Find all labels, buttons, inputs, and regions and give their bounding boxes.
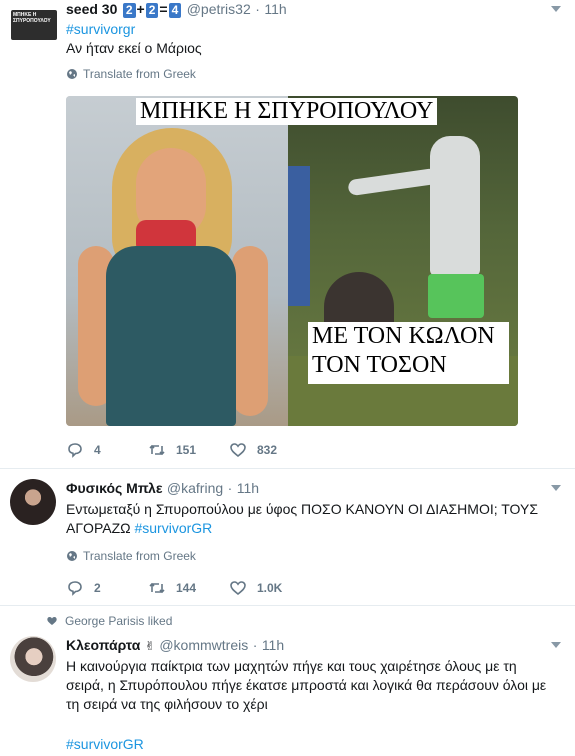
avatar[interactable] (10, 636, 56, 682)
globe-icon (67, 551, 77, 561)
meme-bottom-line-2: ΤΟΝ ΤΟΣΟΝ (312, 352, 447, 378)
reply-button[interactable]: 4 (66, 441, 148, 459)
photo-left-panel (66, 96, 288, 426)
person-dancer-arm (347, 167, 439, 197)
hashtag-link[interactable]: #survivorGR (134, 520, 212, 536)
reply-count: 2 (94, 581, 101, 595)
tweet-2[interactable]: Φυσικός Μπλε @kafring · 11h Εντωμεταξύ η… (0, 469, 575, 606)
tweet-header: Κλεοπάρτα ✌ @kommwtreis · 11h (66, 637, 285, 653)
timestamp[interactable]: 11h (264, 1, 286, 17)
tweet-text-line-1: Η καινούργια παίκτρια των μαχητών πήγε κ… (66, 658, 517, 674)
badge-equals: = (159, 1, 168, 17)
translate-label: Translate from Greek (83, 67, 196, 81)
person-shorts (428, 274, 484, 318)
reply-icon (68, 443, 82, 458)
name-badges: 2 +2 = 4 (122, 1, 187, 18)
liked-by-text[interactable]: George Parisis liked (65, 614, 172, 628)
like-count: 832 (257, 443, 278, 457)
tweet-header: seed 30 2 +2 = 4 @petris32 · 11h (66, 1, 287, 18)
translate-link[interactable]: Translate from Greek (66, 549, 196, 563)
tweet-actions: 4 151 832 (66, 441, 277, 459)
like-button[interactable]: 1.0K (229, 579, 282, 597)
translate-link[interactable]: Translate from Greek (66, 67, 196, 81)
reply-count: 4 (94, 443, 101, 457)
retweet-icon (149, 444, 165, 456)
display-name[interactable]: seed 30 (66, 1, 117, 17)
person-arm-right (232, 246, 268, 416)
tweet-text-line-2: ΑΓΟΡΑΖΩ #survivorGR (66, 520, 213, 536)
meme-bottom-line-1: ΜΕ ΤΟΝ ΚΩΛΟΝ (312, 323, 495, 349)
caret-icon[interactable] (551, 642, 561, 648)
tweet-header: Φυσικός Μπλε @kafring · 11h (66, 480, 260, 496)
tweet-image[interactable]: ΜΠΗΚΕ Η ΣΠΥΡΟΠΟΥΛΟΥ ΜΕ ΤΟΝ ΚΩΛΟΝ ΤΟΝ ΤΟΣ… (66, 96, 518, 426)
meme-top-caption: ΜΠΗΚΕ Η ΣΠΥΡΟΠΟΥΛΟΥ (136, 98, 438, 125)
display-name[interactable]: Κλεοπάρτα (66, 637, 140, 653)
tweet-1[interactable]: ΜΠΗΚΕ Η ΣΠΥΡΟΠΟΥΛΟΥ seed 30 2 +2 = 4 @petri… (0, 0, 575, 469)
meme-bottom-caption: ΜΕ ΤΟΝ ΚΩΛΟΝ ΤΟΝ ΤΟΣΟΝ (308, 322, 509, 384)
person-dancer (430, 136, 480, 276)
badge-two: 2 (122, 3, 136, 18)
avatar[interactable]: ΜΠΗΚΕ Η ΣΠΥΡΟΠΟΥΛΟΥ (11, 10, 57, 40)
tweet-actions: 2 144 1.0K (66, 579, 282, 597)
reply-button[interactable]: 2 (66, 579, 148, 597)
retweet-count: 151 (176, 443, 197, 457)
avatar[interactable] (10, 479, 56, 525)
retweet-icon (149, 582, 165, 594)
reply-icon (68, 581, 82, 596)
hashtag-link[interactable]: #survivorgr (66, 19, 135, 39)
person-blue (288, 166, 310, 306)
liked-context: George Parisis liked (46, 614, 172, 628)
tweet-text: Εντωμεταξύ η Σπυροπούλου με ύφος ΠΟΣΟ ΚΑ… (66, 501, 538, 517)
badge-four: 4 (168, 3, 182, 18)
tweet-text-line-2: σειρά, η Σπυρόπουλου πήγε έκατσε μπροστά… (66, 677, 547, 693)
emoji-icon: ✌ (144, 639, 155, 653)
retweet-button[interactable]: 151 (148, 441, 229, 459)
hashtag-link[interactable]: #survivorGR (66, 734, 144, 754)
caret-icon[interactable] (551, 485, 561, 491)
retweet-button[interactable]: 144 (148, 579, 229, 597)
translate-label: Translate from Greek (83, 549, 196, 563)
handle[interactable]: @kommwtreis (159, 637, 248, 653)
timestamp[interactable]: 11h (237, 480, 259, 496)
tweet-text: Αν ήταν εκεί ο Μάριος (66, 40, 202, 56)
tweet-text-line-3: τη σειρά να της φιλήσουν το χέρι (66, 696, 268, 712)
timestamp[interactable]: 11h (262, 637, 284, 653)
handle[interactable]: @petris32 (187, 1, 251, 17)
badge-two: 2 (145, 3, 159, 18)
heart-filled-icon (47, 617, 57, 625)
person-top (106, 246, 236, 426)
like-button[interactable]: 832 (229, 441, 277, 459)
heart-icon (230, 443, 246, 458)
like-count: 1.0K (257, 581, 283, 595)
retweet-count: 144 (176, 581, 197, 595)
caret-icon[interactable] (551, 6, 561, 12)
badge-plus: + (136, 1, 145, 17)
display-name[interactable]: Φυσικός Μπλε (66, 480, 162, 496)
globe-icon (67, 69, 77, 79)
handle[interactable]: @kafring (167, 480, 223, 496)
avatar-caption: ΜΠΗΚΕ Η ΣΠΥΡΟΠΟΥΛΟΥ (13, 12, 51, 24)
tweet-3[interactable]: George Parisis liked Κλεοπάρτα ✌ @kommwt… (0, 606, 575, 756)
heart-icon (230, 581, 246, 596)
